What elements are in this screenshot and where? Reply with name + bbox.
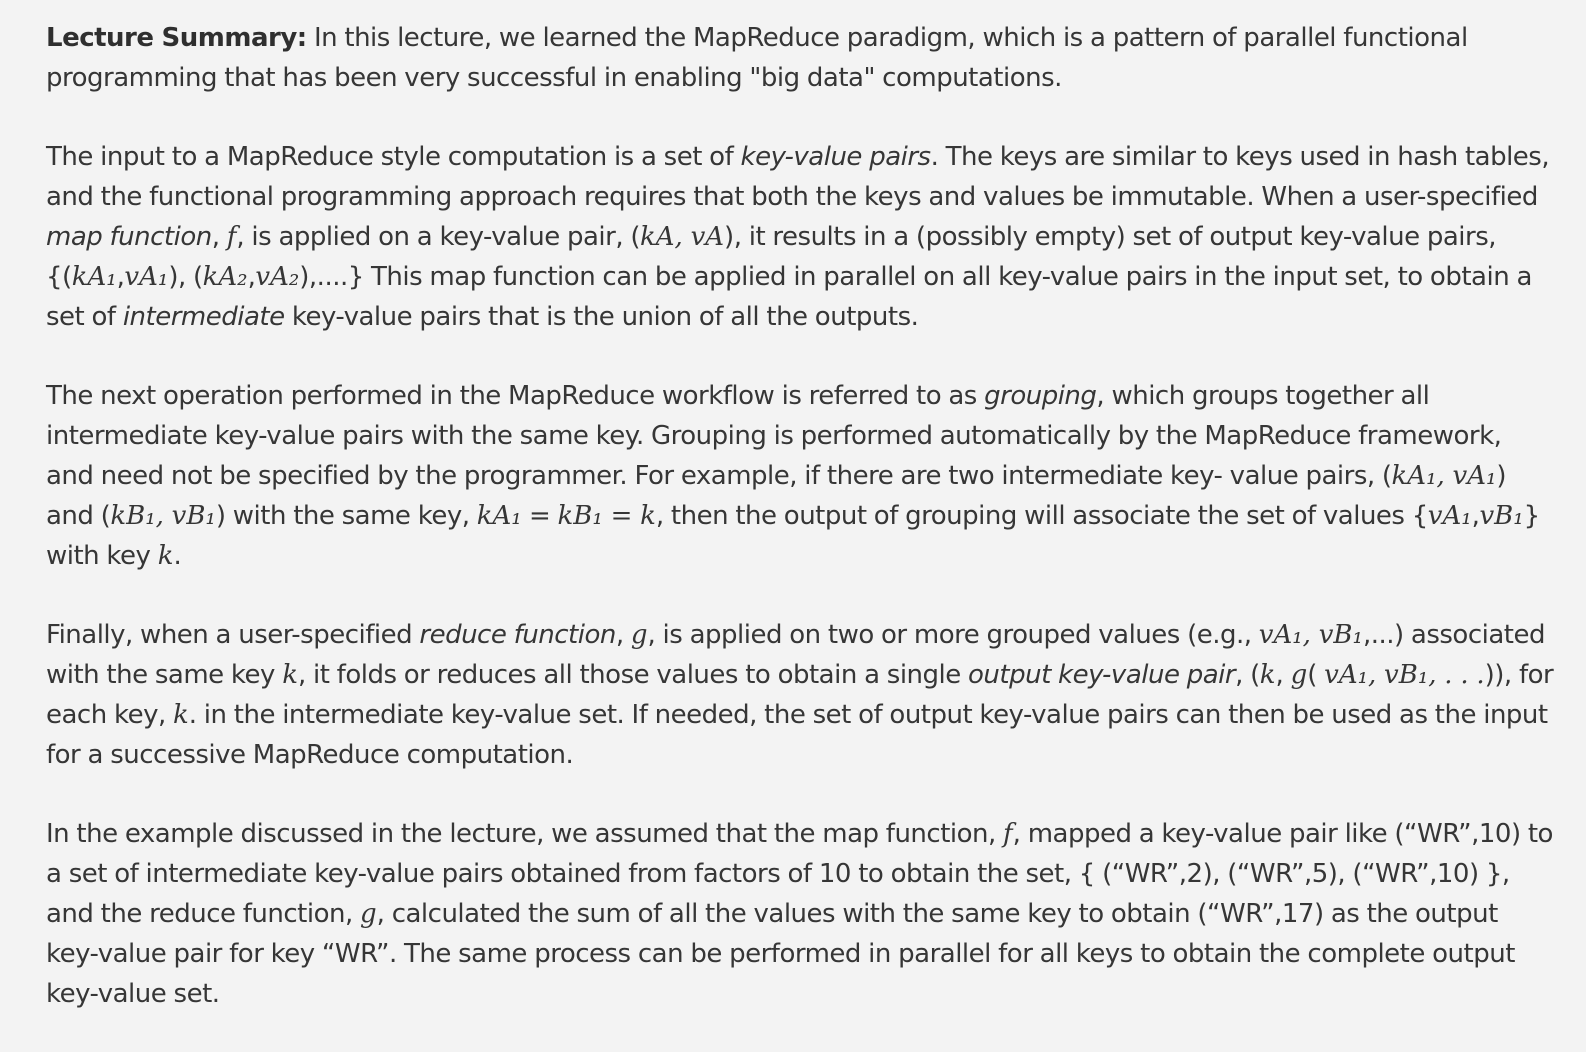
math-f: f [1003, 819, 1013, 849]
text-segment: = [521, 501, 558, 531]
math-k: k [173, 700, 189, 730]
reduce-paragraph: Finally, when a user-specified reduce fu… [46, 615, 1556, 775]
example-paragraph: In the example discussed in the lecture,… [46, 814, 1556, 1014]
text-segment: Finally, when a user-specified [46, 620, 420, 650]
math-ka2: kA₂ [202, 262, 248, 292]
math-va2: vA₂ [255, 262, 300, 292]
emphasis-grouping: grouping [984, 381, 1097, 411]
math-va1-vb1: vA₁, vB₁ [1258, 620, 1363, 650]
math-ka1: kA₁ [71, 262, 117, 292]
text-segment: . [173, 541, 182, 571]
math-k: k [157, 541, 174, 571]
text-segment: The input to a MapReduce style computati… [46, 142, 741, 172]
emphasis-map-function: map function [46, 222, 212, 252]
math-kb1-vb1: kB₁, vB₁ [110, 501, 216, 531]
math-ka1-va1: kA₁, vA₁ [1391, 461, 1497, 491]
lecture-summary-page: Lecture Summary: In this lecture, we lea… [0, 0, 1586, 1052]
text-segment: , [615, 620, 631, 650]
text-segment: In the example discussed in the lecture,… [46, 819, 1004, 849]
text-segment: The next operation performed in the MapR… [46, 381, 985, 411]
math-kb1-equals-k: kB₁ = k [557, 501, 656, 531]
text-segment: , [1275, 660, 1291, 690]
math-g: g [630, 620, 648, 650]
text-segment: . in the intermediate key-value set. If … [46, 700, 1548, 770]
emphasis-key-value-pairs: key-value pairs [740, 142, 932, 172]
grouping-paragraph: The next operation performed in the MapR… [46, 376, 1556, 576]
text-segment: , then the output of grouping will assoc… [655, 501, 1428, 531]
summary-label: Lecture Summary: [46, 23, 307, 53]
text-segment: ( [1307, 660, 1325, 690]
text-segment: , is applied on two or more grouped valu… [647, 620, 1259, 650]
math-va1: vA₁ [124, 262, 169, 292]
lecture-summary-content: Lecture Summary: In this lecture, we lea… [46, 18, 1556, 1014]
math-f: f [226, 222, 237, 252]
math-va1-vb1-ellipsis: vA₁, vB₁, . . . [1324, 660, 1485, 690]
math-g: g [360, 899, 377, 929]
math-ka-va: kA, vA [640, 222, 725, 252]
key-value-input-paragraph: The input to a MapReduce style computati… [46, 137, 1556, 337]
text-segment: key-value pairs that is the union of all… [284, 302, 919, 332]
math-va1: vA₁ [1427, 501, 1472, 531]
text-segment: ) with the same key, [215, 501, 477, 531]
emphasis-output-key-value-pair: output key-value pair [968, 660, 1236, 690]
emphasis-reduce-function: reduce function [419, 620, 616, 650]
text-segment: , ( [1235, 660, 1260, 690]
text-segment: , it folds or reduces all those values t… [297, 660, 969, 690]
text-segment: , [211, 222, 227, 252]
math-vb1: vB₁ [1479, 501, 1524, 531]
math-k: k [282, 660, 298, 690]
text-segment: ), ( [168, 262, 203, 292]
math-g: g [1290, 660, 1308, 690]
math-k: k [1259, 660, 1276, 690]
emphasis-intermediate: intermediate [122, 302, 285, 332]
summary-paragraph: Lecture Summary: In this lecture, we lea… [46, 18, 1556, 98]
text-segment: , is applied on a key-value pair, ( [236, 222, 641, 252]
math-ka1: kA₁ [476, 501, 522, 531]
